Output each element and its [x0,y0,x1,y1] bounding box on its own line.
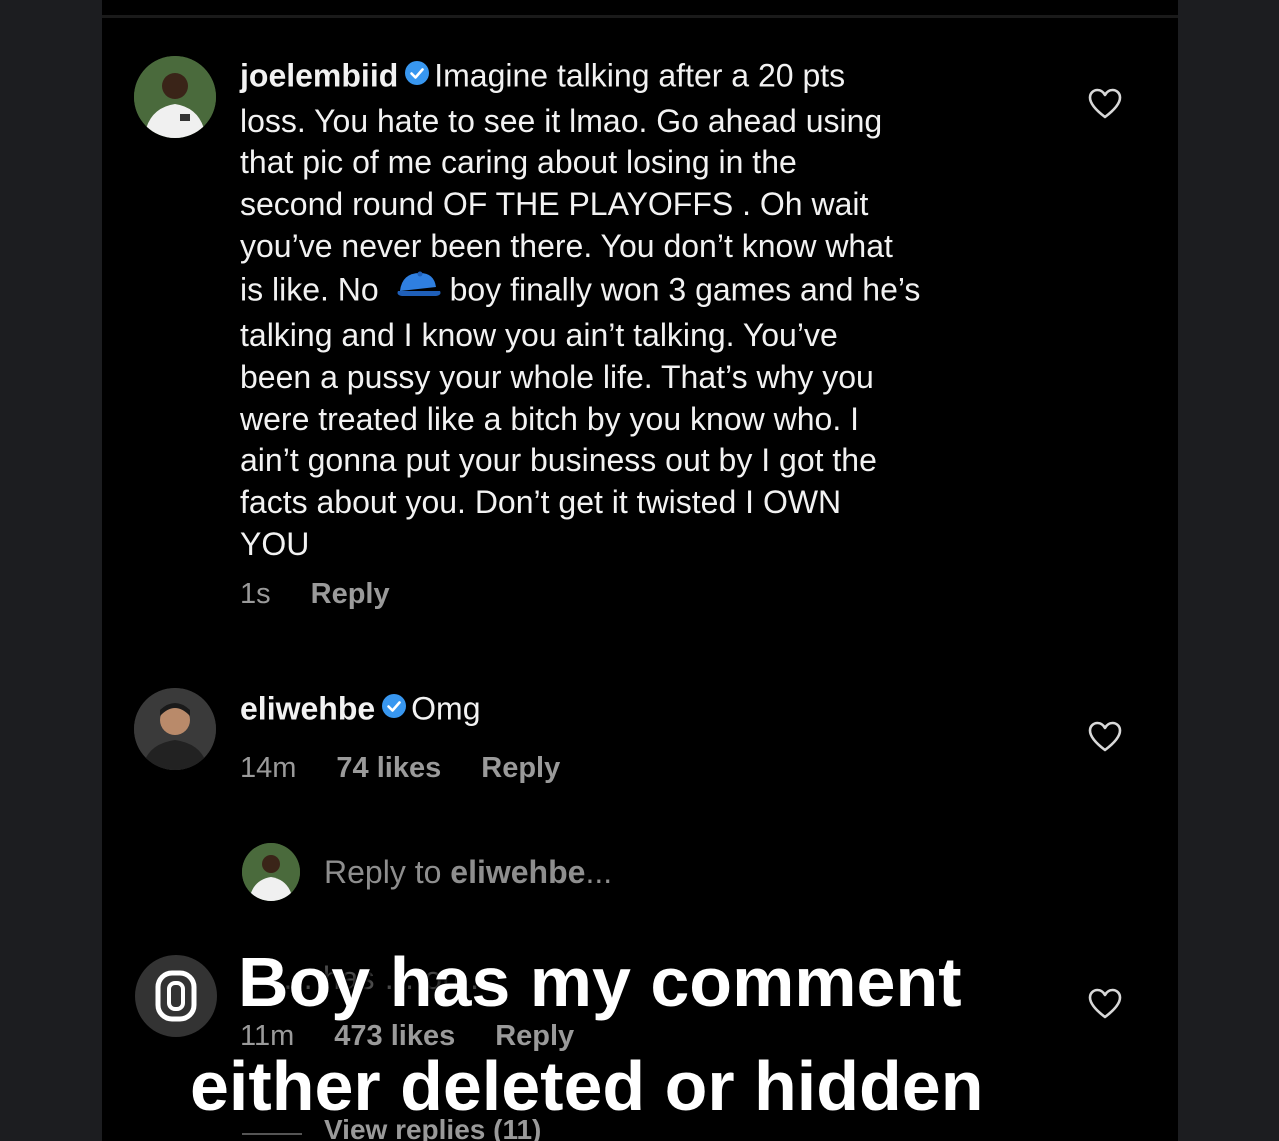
comment-meta: 14m 74 likes Reply [240,752,600,785]
reply-button[interactable]: Reply [481,752,560,784]
comment-line: second round OF THE PLAYOFFS . Oh wait [240,186,869,223]
overlay-caption-line2: either deleted or hidden [190,1047,984,1125]
comment-text: is like. No [240,270,379,307]
avatar-eliwehbe[interactable] [134,688,216,770]
reply-input-suffix: ... [585,854,613,890]
comment-line: joelembiid Imagine talking after a 20 pts [240,55,1060,101]
comment-line: that pic of me caring about losing in th… [240,144,797,181]
zero-badge-icon [135,955,217,1037]
comment-line: were treated like a bitch by you know wh… [240,400,859,437]
verified-badge-icon [404,55,430,97]
reply-button[interactable]: Reply [311,578,390,610]
heart-outline-icon[interactable] [1088,88,1122,125]
comment-line: YOU [240,525,310,562]
timestamp: 1s [240,578,271,610]
verified-badge-icon [381,688,407,730]
username[interactable]: joelembiid [240,57,398,93]
heart-outline-icon[interactable] [1088,988,1122,1025]
comment-line: you’ve never been there. You don’t know … [240,227,893,264]
avatar-joelembiid[interactable] [134,56,216,138]
comment-text: Imagine talking after a 20 pts [434,57,846,94]
comment-line: been a pussy your whole life. That’s why… [240,358,874,395]
comment-line: talking and I know you ain’t talking. Yo… [240,317,838,354]
blue-cap-emoji-icon [396,268,442,310]
reply-input-prefix: Reply to [324,854,451,890]
comments-panel: joelembiid Imagine talking after a 20 pts… [102,0,1178,1141]
reply-input-username: eliwehbe [450,854,586,890]
divider [102,15,1178,18]
username[interactable]: eliwehbe [240,690,375,726]
heart-outline-icon[interactable] [1088,721,1122,758]
likes-count[interactable]: 74 likes [336,752,441,784]
divider [242,1133,302,1135]
comment-line: facts about you. Don’t get it twisted I … [240,484,842,521]
comment-line: is like. No boy finally won 3 games and … [240,268,1060,316]
comment-meta: 1s Reply [240,578,430,611]
comment-line: loss. You hate to see it lmao. Go ahead … [240,102,883,139]
comment-joelembiid: joelembiid Imagine talking after a 20 pts… [240,55,1060,565]
reply-input[interactable]: Reply to eliwehbe... [324,854,612,891]
avatar-current-user [242,843,300,901]
comment-text: boy finally won 3 games and he’s [449,270,921,307]
overlay-caption-line1: Boy has my comment [238,943,962,1021]
comment-text: Omg [411,690,481,727]
timestamp: 14m [240,752,297,784]
comment-line: ain’t gonna put your business out by I g… [240,442,877,479]
comment-eliwehbe: eliwehbe Omg [240,688,481,734]
